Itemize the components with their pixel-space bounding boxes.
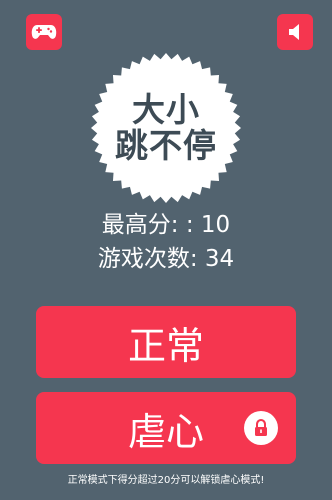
gamepad-icon — [31, 25, 57, 39]
stats-panel: 最高分: : 10 游戏次数: 34 — [0, 208, 332, 276]
lock-badge — [244, 411, 278, 445]
games-played-text: 游戏次数: 34 — [97, 246, 235, 272]
gamepad-button[interactable] — [26, 14, 62, 50]
normal-mode-label: 正常 — [127, 323, 204, 368]
unlock-hint-text: 正常模式下得分超过20分可以解锁虐心模式! — [67, 475, 265, 486]
sound-button[interactable] — [277, 14, 313, 50]
hard-mode-label: 虐心 — [127, 409, 204, 454]
game-title-line2: 跳不停 — [115, 126, 217, 165]
hard-mode-button[interactable]: 虐心 — [36, 392, 296, 464]
best-score-text: 最高分: : 10 — [101, 212, 231, 238]
title-badge: 大小 跳不停 — [90, 52, 242, 204]
speaker-icon — [289, 24, 299, 40]
game-title: 大小 跳不停 — [90, 52, 242, 204]
normal-mode-button[interactable]: 正常 — [36, 306, 296, 378]
game-title-line1: 大小 — [132, 90, 200, 129]
lock-icon — [255, 419, 267, 436]
